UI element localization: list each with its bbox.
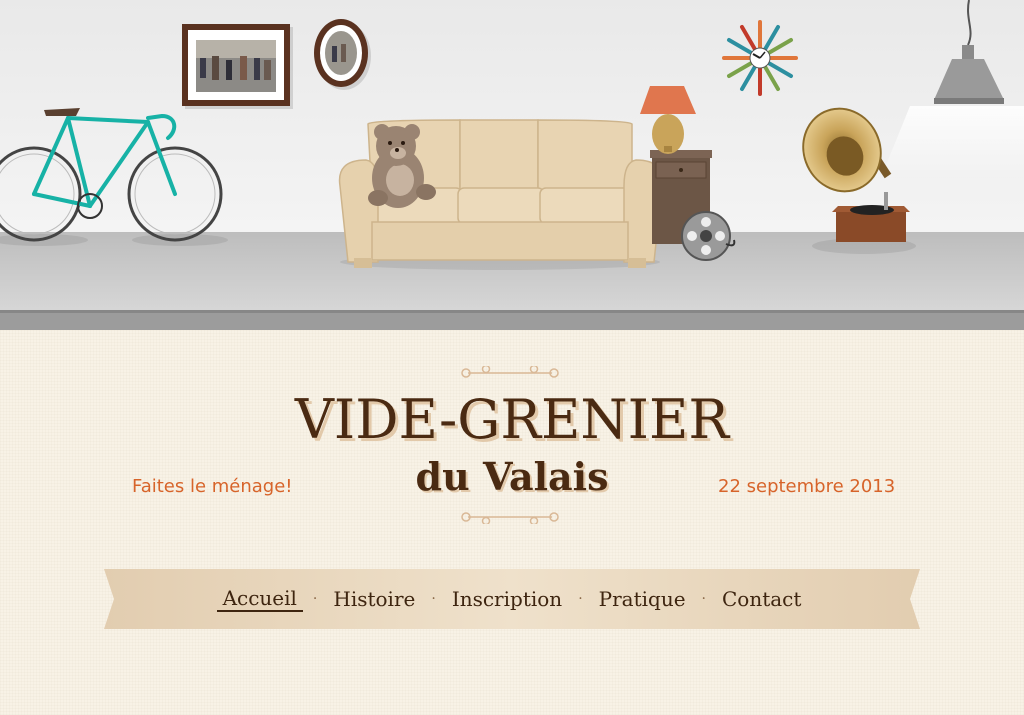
- nav-separator: ·: [431, 591, 436, 607]
- nav-link-pratique[interactable]: Pratique: [593, 587, 692, 611]
- site-title: VIDE-GRENIER: [294, 388, 730, 451]
- event-date: 22 septembre 2013: [718, 476, 896, 497]
- nav-separator: ·: [312, 591, 318, 607]
- nav-link-histoire[interactable]: Histoire: [327, 587, 421, 611]
- nav-link-inscription[interactable]: Inscription: [446, 587, 568, 611]
- nav-separator: ·: [701, 591, 706, 607]
- framed-photo-icon: [182, 24, 293, 109]
- ornament-divider-bottom: [461, 512, 559, 524]
- nav-link-contact[interactable]: Contact: [716, 587, 807, 611]
- page-content: VIDE-GRENIER Faites le ménage! du Valais…: [0, 330, 1024, 715]
- hero-room-illustration: [0, 0, 1024, 330]
- nav-separator: ·: [578, 591, 583, 607]
- ornament-divider-top: [461, 366, 559, 378]
- nav-link-accueil[interactable]: Accueil: [216, 586, 303, 612]
- main-navigation: Accueil · Histoire · Inscription · Prati…: [104, 569, 920, 629]
